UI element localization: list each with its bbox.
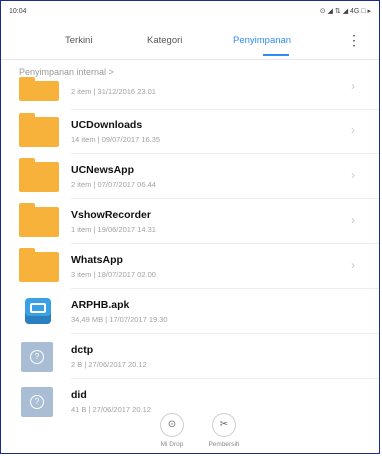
cleaner-button[interactable]: ✂ Pembersih xyxy=(199,413,249,448)
tab-kategori[interactable]: Kategori xyxy=(147,35,182,46)
item-meta: 3 item | 18/07/2017 02.00 xyxy=(71,270,156,279)
chevron-right-icon: › xyxy=(351,168,355,182)
item-name: ARPHB.apk xyxy=(71,299,130,311)
active-tab-indicator xyxy=(263,54,289,56)
list-item[interactable]: VshowRecorder 1 item | 19/06/2017 14.31 … xyxy=(1,201,379,241)
list-item[interactable]: WhatsApp 3 item | 18/07/2017 02.00 › xyxy=(1,246,379,286)
bottom-action-bar: ⊙ Mi Drop ✂ Pembersih xyxy=(1,413,379,453)
unknown-file-icon: ? xyxy=(21,342,53,372)
item-meta: 34,49 MB | 17/07/2017 19.30 xyxy=(71,315,168,324)
folder-icon xyxy=(19,203,59,237)
folder-icon xyxy=(19,113,59,147)
row-divider xyxy=(71,109,379,110)
row-divider xyxy=(71,378,379,379)
item-meta: 14 item | 09/07/2017 16.35 xyxy=(71,135,161,144)
tab-penyimpanan[interactable]: Penyimpanan xyxy=(233,35,291,46)
item-name: WhatsApp xyxy=(71,254,123,266)
tab-terkini[interactable]: Terkini xyxy=(65,35,92,46)
screenshot-frame: 10:04 ⊙ ◢ ⇅ ◢ 4G □ ▸ Terkini Kategori Pe… xyxy=(0,0,380,454)
cleaner-label: Pembersih xyxy=(208,441,240,448)
item-name: dctp xyxy=(71,344,94,356)
item-meta: 1 item | 19/06/2017 14.31 xyxy=(71,225,156,234)
folder-icon xyxy=(19,248,59,282)
list-item[interactable]: UCDownloads 14 item | 09/07/2017 16.35 › xyxy=(1,111,379,151)
folder-icon xyxy=(19,158,59,192)
tab-divider xyxy=(1,59,379,60)
mi-drop-icon: ⊙ xyxy=(160,413,184,437)
item-meta: 2 B | 27/06/2017 20.12 xyxy=(71,360,147,369)
row-divider xyxy=(71,243,379,244)
apk-file-icon xyxy=(25,298,51,324)
chevron-right-icon: › xyxy=(351,213,355,227)
breadcrumb[interactable]: Penyimpanan internal > xyxy=(19,67,114,77)
item-meta: 2 item | 31/12/2016 23.01 xyxy=(71,87,156,96)
list-item[interactable]: ? dctp 2 B | 27/06/2017 20.12 xyxy=(1,336,379,376)
more-vert-icon[interactable]: ⋮ xyxy=(347,32,361,49)
row-divider xyxy=(71,288,379,289)
row-divider xyxy=(71,153,379,154)
item-name: VshowRecorder xyxy=(71,209,151,221)
item-meta: 2 item | 07/07/2017 06.44 xyxy=(71,180,156,189)
row-divider xyxy=(71,198,379,199)
item-name: UCDownloads xyxy=(71,119,143,131)
status-bar: 10:04 ⊙ ◢ ⇅ ◢ 4G □ ▸ xyxy=(1,1,379,21)
row-divider xyxy=(71,333,379,334)
list-item[interactable]: ARPHB.apk 34,49 MB | 17/07/2017 19.30 xyxy=(1,291,379,331)
chevron-right-icon: › xyxy=(351,258,355,272)
tab-bar: Terkini Kategori Penyimpanan ⋮ xyxy=(1,23,379,57)
chevron-right-icon: › xyxy=(351,123,355,137)
list-item[interactable]: UCNewsApp 2 item | 07/07/2017 06.44 › xyxy=(1,156,379,196)
item-name: UCNewsApp xyxy=(71,164,135,176)
mi-drop-label: Mi Drop xyxy=(160,441,184,448)
cleaner-icon: ✂ xyxy=(212,413,236,437)
status-indicators: ⊙ ◢ ⇅ ◢ 4G □ ▸ xyxy=(319,8,371,15)
status-time: 10:04 xyxy=(9,7,27,15)
folder-icon xyxy=(19,77,59,101)
chevron-right-icon: › xyxy=(351,79,355,93)
mi-drop-button[interactable]: ⊙ Mi Drop xyxy=(147,413,197,448)
item-name: did xyxy=(71,389,87,401)
